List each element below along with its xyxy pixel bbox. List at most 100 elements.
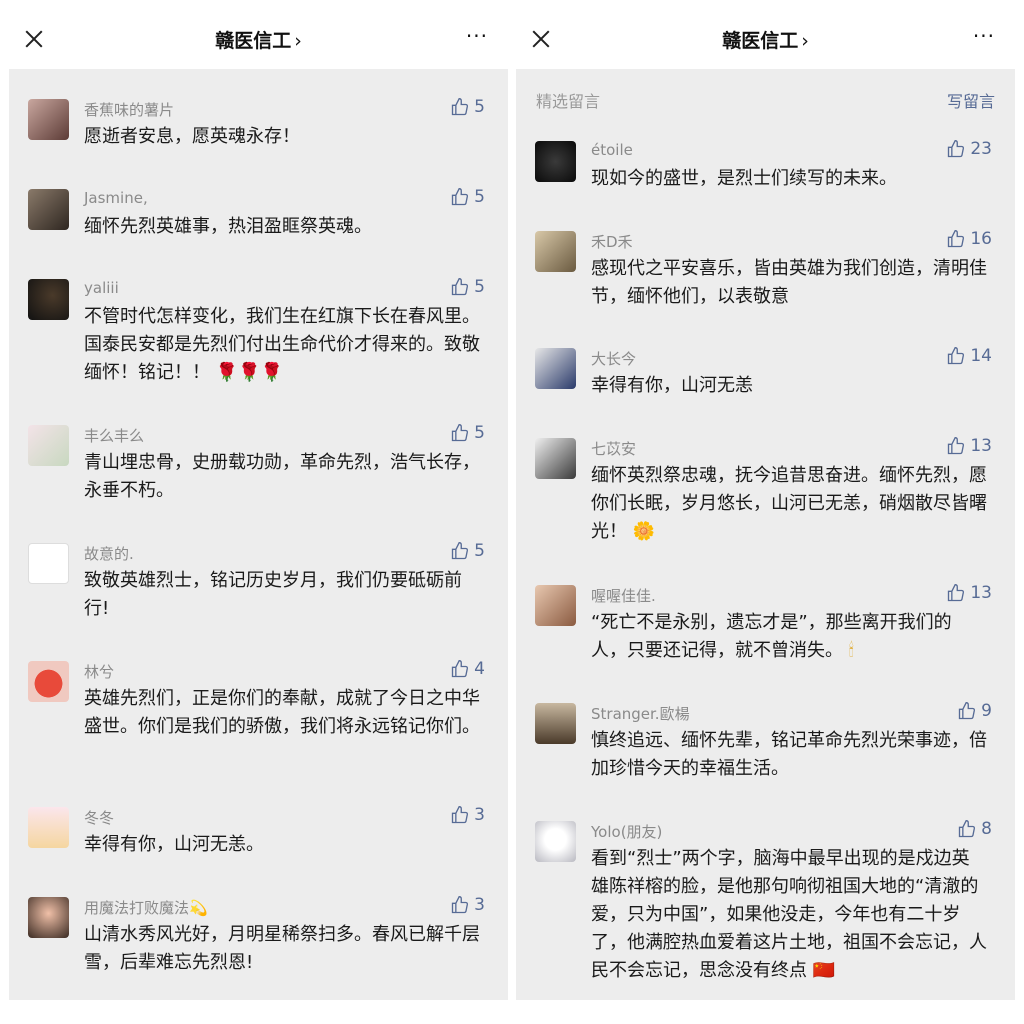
comment-text: 缅怀先烈英雄事，热泪盈眶祭英魂。 <box>84 216 372 237</box>
comment-text: 感现代之平安喜乐，皆由英雄为我们创造，清明佳节，缅怀他们，以表敬意 <box>591 258 987 307</box>
avatar[interactable] <box>535 438 576 479</box>
like-button[interactable]: 5 <box>450 187 485 207</box>
avatar[interactable] <box>28 661 69 702</box>
like-count: 13 <box>970 583 992 603</box>
left-article-comments-panel: 赣医信工 › ··· 香蕉味的薯片 5 愿逝者安息，愿英魂永存！ Jasmine,… <box>9 0 508 1000</box>
commenter-name: 丰么丰么 <box>84 427 145 445</box>
chevron-right-icon: › <box>801 30 809 52</box>
thumbs-up-icon <box>452 97 469 116</box>
like-count: 13 <box>970 436 992 456</box>
avatar[interactable] <box>28 425 69 466</box>
like-count: 23 <box>970 139 992 159</box>
comment-text: “死亡不是永别，遗忘才是”，那些离开我们的人，只要还记得，就不曾消失。 🕯 <box>591 612 952 661</box>
rose-emoji: 🌹🌹🌹 <box>215 362 283 383</box>
like-button[interactable]: 5 <box>450 277 485 297</box>
top-bar: 赣医信工 › ··· <box>9 0 508 69</box>
like-count: 5 <box>474 423 485 443</box>
commenter-name: 大长今 <box>591 350 637 368</box>
thumbs-up-icon <box>452 423 469 442</box>
more-menu-icon[interactable]: ··· <box>973 24 995 48</box>
commenter-name: 香蕉味的薯片 <box>84 101 175 119</box>
commenter-name: 禾D禾 <box>591 233 633 251</box>
like-button[interactable]: 5 <box>450 423 485 443</box>
avatar[interactable] <box>535 703 576 744</box>
avatar[interactable] <box>535 231 576 272</box>
avatar[interactable] <box>28 189 69 230</box>
account-title[interactable]: 赣医信工 › <box>9 26 508 53</box>
comment-text: 慎终追远、缅怀先辈，铭记革命先烈光荣事迹，倍加珍惜今天的幸福生活。 <box>591 730 987 779</box>
thumbs-up-icon <box>959 701 976 720</box>
chevron-right-icon: › <box>294 30 302 52</box>
avatar[interactable] <box>535 585 576 626</box>
comment-text: 致敬英雄烈士，铭记历史岁月，我们仍要砥砺前行! <box>84 570 462 619</box>
commenter-name: 故意的. <box>84 545 134 563</box>
like-count: 3 <box>474 805 485 825</box>
comment-text: 现如今的盛世，是烈士们续写的未来。 <box>591 168 897 189</box>
like-count: 5 <box>474 97 485 117</box>
thumbs-up-icon <box>452 277 469 296</box>
comment-text: 愿逝者安息，愿英魂永存！ <box>84 126 300 147</box>
like-button[interactable]: 13 <box>946 583 992 603</box>
like-count: 8 <box>981 819 992 839</box>
like-button[interactable]: 16 <box>946 229 992 249</box>
avatar[interactable] <box>535 348 576 389</box>
like-count: 5 <box>474 541 485 561</box>
like-button[interactable]: 3 <box>450 805 485 825</box>
thumbs-up-icon <box>452 659 469 678</box>
avatar[interactable] <box>28 807 69 848</box>
like-count: 3 <box>474 895 485 915</box>
avatar[interactable] <box>535 141 576 182</box>
account-name: 赣医信工 <box>215 30 292 52</box>
candle-emoji: 🕯 <box>848 640 854 661</box>
avatar[interactable] <box>28 543 69 584</box>
thumbs-up-icon <box>948 346 965 365</box>
thumbs-up-icon <box>948 436 965 455</box>
avatar[interactable] <box>28 99 69 140</box>
commenter-name: 喔喔佳佳. <box>591 587 656 605</box>
account-name: 赣医信工 <box>722 30 799 52</box>
thumbs-up-icon <box>948 229 965 248</box>
right-article-comments-panel: 赣医信工 › ··· 精选留言 写留言 étoile 23 现如今的盛世，是烈士们… <box>516 0 1015 1000</box>
like-button[interactable]: 13 <box>946 436 992 456</box>
more-menu-icon[interactable]: ··· <box>466 24 488 48</box>
like-button[interactable]: 9 <box>957 701 992 721</box>
sparkle-emoji: 💫 <box>189 899 208 917</box>
avatar[interactable] <box>535 821 576 862</box>
thumbs-up-icon <box>452 805 469 824</box>
commenter-name: Jasmine, <box>84 189 148 207</box>
like-button[interactable]: 8 <box>957 819 992 839</box>
write-comment-button[interactable]: 写留言 <box>947 88 995 112</box>
comment-text: 山清水秀风光好，月明星稀祭扫多。春风已解千层雪，后辈难忘先烈恩! <box>84 924 480 973</box>
avatar[interactable] <box>28 279 69 320</box>
account-title[interactable]: 赣医信工 › <box>516 26 1015 53</box>
commenter-name: 冬冬 <box>84 809 115 827</box>
like-button[interactable]: 5 <box>450 541 485 561</box>
like-count: 5 <box>474 277 485 297</box>
china-flag-emoji: 🇨🇳 <box>812 960 836 981</box>
like-count: 9 <box>981 701 992 721</box>
like-count: 16 <box>970 229 992 249</box>
like-button[interactable]: 14 <box>946 346 992 366</box>
like-button[interactable]: 5 <box>450 97 485 117</box>
like-button[interactable]: 4 <box>450 659 485 679</box>
comment-text: 不管时代怎样变化，我们生在红旗下长在春风里。国泰民安都是先烈们付出生命代价才得来… <box>84 306 480 383</box>
like-count: 14 <box>970 346 992 366</box>
thumbs-up-icon <box>452 541 469 560</box>
comment-text: 看到“烈士”两个字，脑海中最早出现的是戍边英雄陈祥榕的脸，是他那句响彻祖国大地的… <box>591 848 987 981</box>
comment-text: 青山埋忠骨，史册载功勋，革命先烈，浩气长存，永垂不朽。 <box>84 452 480 501</box>
thumbs-up-icon <box>948 139 965 158</box>
section-label: 精选留言 <box>536 92 601 111</box>
like-button[interactable]: 3 <box>450 895 485 915</box>
commenter-name: 用魔法打败魔法💫 <box>84 899 208 917</box>
comment-text: 英雄先烈们，正是你们的奉献，成就了今日之中华盛世。你们是我们的骄傲，我们将永远铭… <box>84 688 480 737</box>
thumbs-up-icon <box>959 819 976 838</box>
commenter-name: étoile <box>591 141 633 159</box>
like-button[interactable]: 23 <box>946 139 992 159</box>
commenter-name: 七苡安 <box>591 440 637 458</box>
avatar[interactable] <box>28 897 69 938</box>
commenter-name: Stranger.歐楊 <box>591 705 690 723</box>
thumbs-up-icon <box>452 895 469 914</box>
comment-text: 幸得有你，山河无恙 <box>591 375 753 396</box>
comment-text: 幸得有你，山河无恙。 <box>84 834 264 855</box>
commenter-name: 林兮 <box>84 663 115 681</box>
